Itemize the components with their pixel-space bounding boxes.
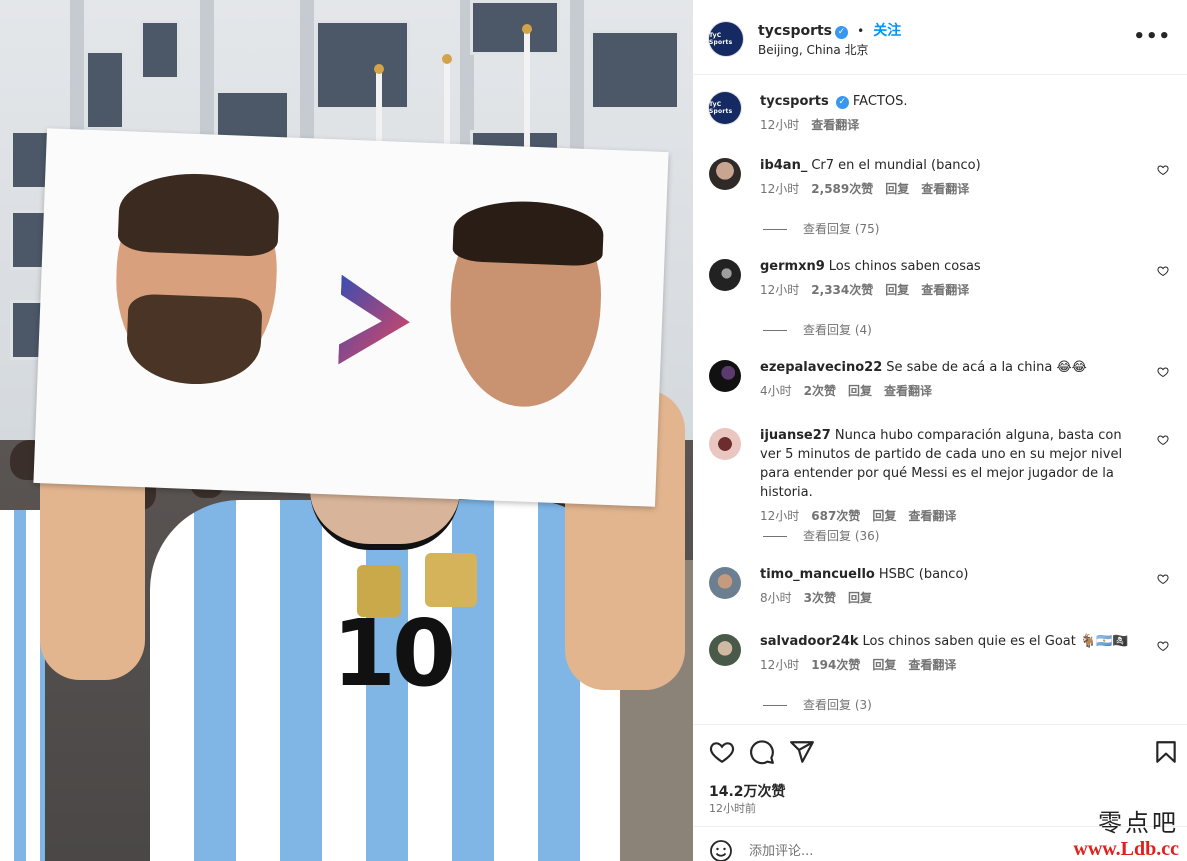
emoji-icon[interactable]: [709, 839, 733, 861]
comment-username[interactable]: germxn9: [760, 259, 825, 274]
comment-like-heart-icon[interactable]: [1157, 366, 1169, 378]
comment-username[interactable]: timo_mancuello: [760, 567, 875, 582]
post-panel: TyC Sports tycsports ✓ • 关注 Beijing, Chin…: [693, 0, 1187, 861]
comment-username[interactable]: ezepalavecino22: [760, 360, 882, 375]
comment-like-heart-icon[interactable]: [1157, 573, 1169, 585]
caption-text: FACTOS.: [852, 94, 908, 109]
verified-icon: ✓: [835, 96, 849, 109]
comment-text: Se sabe de acá a la china 😂😂: [886, 360, 1087, 375]
comment-username[interactable]: ib4an_: [760, 158, 807, 173]
caption-translate-link[interactable]: 查看翻译: [811, 118, 859, 132]
location-link[interactable]: Beijing, China 北京: [758, 41, 869, 58]
translate-link[interactable]: 查看翻译: [921, 182, 969, 196]
commenter-avatar[interactable]: [709, 158, 741, 190]
comment-username[interactable]: ijuanse27: [760, 428, 831, 443]
comment-time: 12小时: [760, 283, 800, 297]
watermark-url: www.Ldb.cc: [1073, 838, 1179, 860]
commenter-avatar[interactable]: [709, 259, 741, 291]
comment-likes[interactable]: 687次赞: [811, 509, 860, 523]
more-options-icon[interactable]: •••: [1133, 26, 1171, 47]
site-watermark: 零点吧 www.Ldb.cc: [1073, 803, 1179, 861]
view-replies-link[interactable]: 查看回复 (4): [763, 321, 872, 338]
reply-button[interactable]: 回复: [848, 384, 872, 398]
comment-text: Los chinos saben cosas: [828, 259, 981, 274]
reply-button[interactable]: 回复: [848, 591, 872, 605]
comment-likes[interactable]: 2次赞: [804, 384, 836, 398]
translate-link[interactable]: 查看翻译: [908, 658, 956, 672]
comment-likes[interactable]: 194次赞: [811, 658, 860, 672]
view-replies-link[interactable]: 查看回复 (3): [763, 696, 872, 713]
comment-text: Cr7 en el mundial (banco): [811, 158, 981, 173]
reply-button[interactable]: 回复: [885, 283, 909, 297]
watermark-title: 零点吧: [1098, 809, 1179, 837]
author-avatar[interactable]: TyC Sports: [709, 22, 743, 56]
post-photo[interactable]: 10: [0, 0, 693, 861]
commenter-avatar[interactable]: [709, 634, 741, 666]
comments-list[interactable]: TyC Sports tycsports ✓ FACTOS. 12小时 查看翻译 i…: [693, 76, 1187, 724]
view-replies-link[interactable]: 查看回复 (75): [763, 220, 879, 237]
right-face: [446, 198, 605, 410]
reply-button[interactable]: 回复: [885, 182, 909, 196]
reply-button[interactable]: 回复: [872, 658, 896, 672]
comment-text: Los chinos saben quie es el Goat 🐐🇦🇷🏴‍☠️: [862, 634, 1129, 649]
paper-plane-icon[interactable]: [789, 739, 815, 765]
add-comment-input[interactable]: [749, 841, 1069, 861]
separator-dot: •: [857, 24, 865, 38]
jersey-number: 10: [332, 600, 456, 707]
post-time-ago: 12小时前: [709, 802, 756, 815]
caption-username[interactable]: tycsports: [760, 94, 829, 109]
likes-count[interactable]: 14.2万次赞: [709, 781, 786, 801]
comment-likes[interactable]: 2,589次赞: [811, 182, 873, 196]
comment-likes[interactable]: 3次赞: [804, 591, 836, 605]
comparison-sign: [33, 128, 669, 507]
bookmark-icon[interactable]: [1153, 739, 1179, 765]
left-face: [112, 171, 281, 388]
translate-link[interactable]: 查看翻译: [884, 384, 932, 398]
comment-time: 4小时: [760, 384, 792, 398]
commenter-avatar[interactable]: [709, 428, 741, 460]
comment-time: 8小时: [760, 591, 792, 605]
view-replies-link[interactable]: 查看回复 (36): [763, 527, 879, 544]
commenter-avatar[interactable]: [709, 567, 741, 599]
comment-time: 12小时: [760, 658, 800, 672]
commenter-avatar[interactable]: [709, 360, 741, 392]
comment-username[interactable]: salvadoor24k: [760, 634, 859, 649]
reply-button[interactable]: 回复: [872, 509, 896, 523]
author-username[interactable]: tycsports: [758, 23, 832, 39]
comment-time: 12小时: [760, 509, 800, 523]
verified-icon: ✓: [835, 26, 849, 39]
comment-like-heart-icon[interactable]: [1157, 434, 1169, 446]
caption-time: 12小时: [760, 118, 800, 132]
translate-link[interactable]: 查看翻译: [908, 509, 956, 523]
post-header: TyC Sports tycsports ✓ • 关注 Beijing, Chin…: [693, 0, 1187, 75]
comment-text: HSBC (banco): [878, 567, 969, 582]
comment-likes[interactable]: 2,334次赞: [811, 283, 873, 297]
comment-like-heart-icon[interactable]: [1157, 265, 1169, 277]
greater-than-icon: [338, 274, 410, 365]
comment-like-heart-icon[interactable]: [1157, 640, 1169, 652]
comment-time: 12小时: [760, 182, 800, 196]
follow-button[interactable]: 关注: [873, 23, 901, 39]
comment-icon[interactable]: [749, 739, 775, 765]
caption-avatar[interactable]: TyC Sports: [709, 92, 741, 124]
heart-icon[interactable]: [709, 739, 735, 765]
comment-like-heart-icon[interactable]: [1157, 164, 1169, 176]
translate-link[interactable]: 查看翻译: [921, 283, 969, 297]
